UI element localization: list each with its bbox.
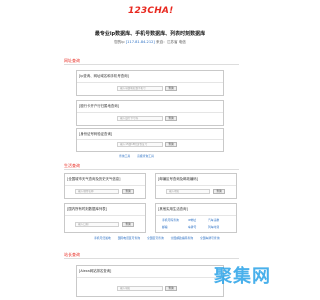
site-tagline: 最专业ip数据库、手机号数据库、列表时刻数据库 <box>94 31 206 37</box>
ip-location: 来自：江苏省 电信 <box>155 40 186 44</box>
divider <box>64 64 239 65</box>
link-advanced-tools[interactable]: 高级查询工具 <box>137 154 154 158</box>
site-logo[interactable]: 123CHA! <box>128 6 173 16</box>
other-link-traffic[interactable]: 汽车违章 <box>208 218 219 222</box>
date-card: [国内所有时刻数据库列表] 输入日期 查询 <box>64 203 146 233</box>
id-query-heading: [身份证号码验证查询] <box>79 132 113 136</box>
section2-links: 手机号归属地 国际电话区号查询 全国区号查询 全国邮政编码查询 全国车牌号查询 <box>94 236 226 240</box>
ip-info: 您的ip [117.81.84.212] 来自：江苏省 电信 <box>0 40 300 45</box>
ip-query-heading: [ip查询、网址域名和手机号查询] <box>79 74 129 78</box>
link-area-code[interactable]: 全国区号查询 <box>147 236 164 240</box>
link-tools[interactable]: 查询工具 <box>119 154 130 158</box>
link-plate[interactable]: 全国车牌号查询 <box>200 236 220 240</box>
date-heading: [国内所有时刻数据库列表] <box>67 207 107 211</box>
divider <box>77 277 223 278</box>
link-postal-code[interactable]: 全国邮政编码查询 <box>171 236 193 240</box>
weather-heading: [全国城市天气查询及历史天气信息] <box>67 177 121 181</box>
ip-prefix: 您的ip <box>114 40 125 44</box>
id-query-button[interactable]: 查询 <box>165 142 177 147</box>
date-button[interactable]: 查询 <box>122 222 134 227</box>
weather-button[interactable]: 查询 <box>122 189 134 194</box>
other-link-postcode[interactable]: 邮编 <box>162 225 168 229</box>
id-query-input[interactable]: 输入15或18位身份证号 <box>117 142 163 147</box>
ip-query-input[interactable]: 输入ip或域名或手机号 <box>117 86 163 91</box>
divider <box>77 82 223 83</box>
weather-input[interactable]: 输入城市名称 <box>75 189 119 194</box>
watermark-logo: 聚集网 <box>214 266 271 287</box>
section1-links: 查询工具 高级查询工具 <box>119 154 160 158</box>
divider <box>64 169 239 170</box>
alexa-button[interactable]: 查询 <box>165 286 177 291</box>
other-link-phone[interactable]: 手机号码查询 <box>162 218 179 222</box>
other-link-train[interactable]: 列车时刻 <box>208 225 219 229</box>
bank-card-input[interactable]: 输入银行卡号码 <box>117 116 163 121</box>
bank-card-query-card: [股行卡开户行归属地查询] 输入银行卡号码 查询 <box>76 100 224 126</box>
date-input[interactable]: 输入日期 <box>75 222 119 227</box>
divider <box>77 139 223 140</box>
postcode-card: [邮编区号查询及邮政编码] 输入地名 查询 <box>155 173 237 199</box>
divider <box>77 112 223 113</box>
other-link-plate[interactable]: 车牌号 <box>188 225 196 229</box>
ip-value[interactable]: [117.81.84.212] <box>126 40 155 44</box>
other-link-ip[interactable]: IP地址 <box>188 218 196 222</box>
alexa-input[interactable]: 输入域名 <box>117 286 163 291</box>
divider <box>65 215 145 216</box>
ip-query-button[interactable]: 查询 <box>165 86 177 91</box>
other-life-card: [其他实用生活查询] 手机号码查询 IP地址 汽车违章 邮编 车牌号 列车时刻 <box>155 203 237 233</box>
alexa-card: [Alexa网站排名查询] 输入域名 查询 <box>76 265 224 297</box>
postcode-button[interactable]: 查询 <box>213 189 225 194</box>
other-life-heading: [其他实用生活查询] <box>158 207 188 211</box>
weather-card: [全国城市天气查询及历史天气信息] 输入城市名称 查询 <box>64 173 146 199</box>
postcode-input[interactable]: 输入地名 <box>166 189 210 194</box>
ip-query-card: [ip查询、网址域名和手机号查询] 输入ip或域名或手机号 查询 <box>76 70 224 96</box>
id-query-card: [身份证号码验证查询] 输入15或18位身份证号 查询 <box>76 128 224 152</box>
link-intl-code[interactable]: 国际电话区号查询 <box>118 236 140 240</box>
divider <box>156 215 236 216</box>
bank-card-button[interactable]: 查询 <box>165 116 177 121</box>
link-phone-location[interactable]: 手机号归属地 <box>94 236 111 240</box>
bank-card-heading: [股行卡开户行归属地查询] <box>79 104 119 108</box>
postcode-heading: [邮编区号查询及邮政编码] <box>158 177 198 181</box>
divider <box>65 185 145 186</box>
divider <box>64 258 239 259</box>
alexa-heading: [Alexa网站排名查询] <box>79 269 112 273</box>
divider <box>156 185 236 186</box>
